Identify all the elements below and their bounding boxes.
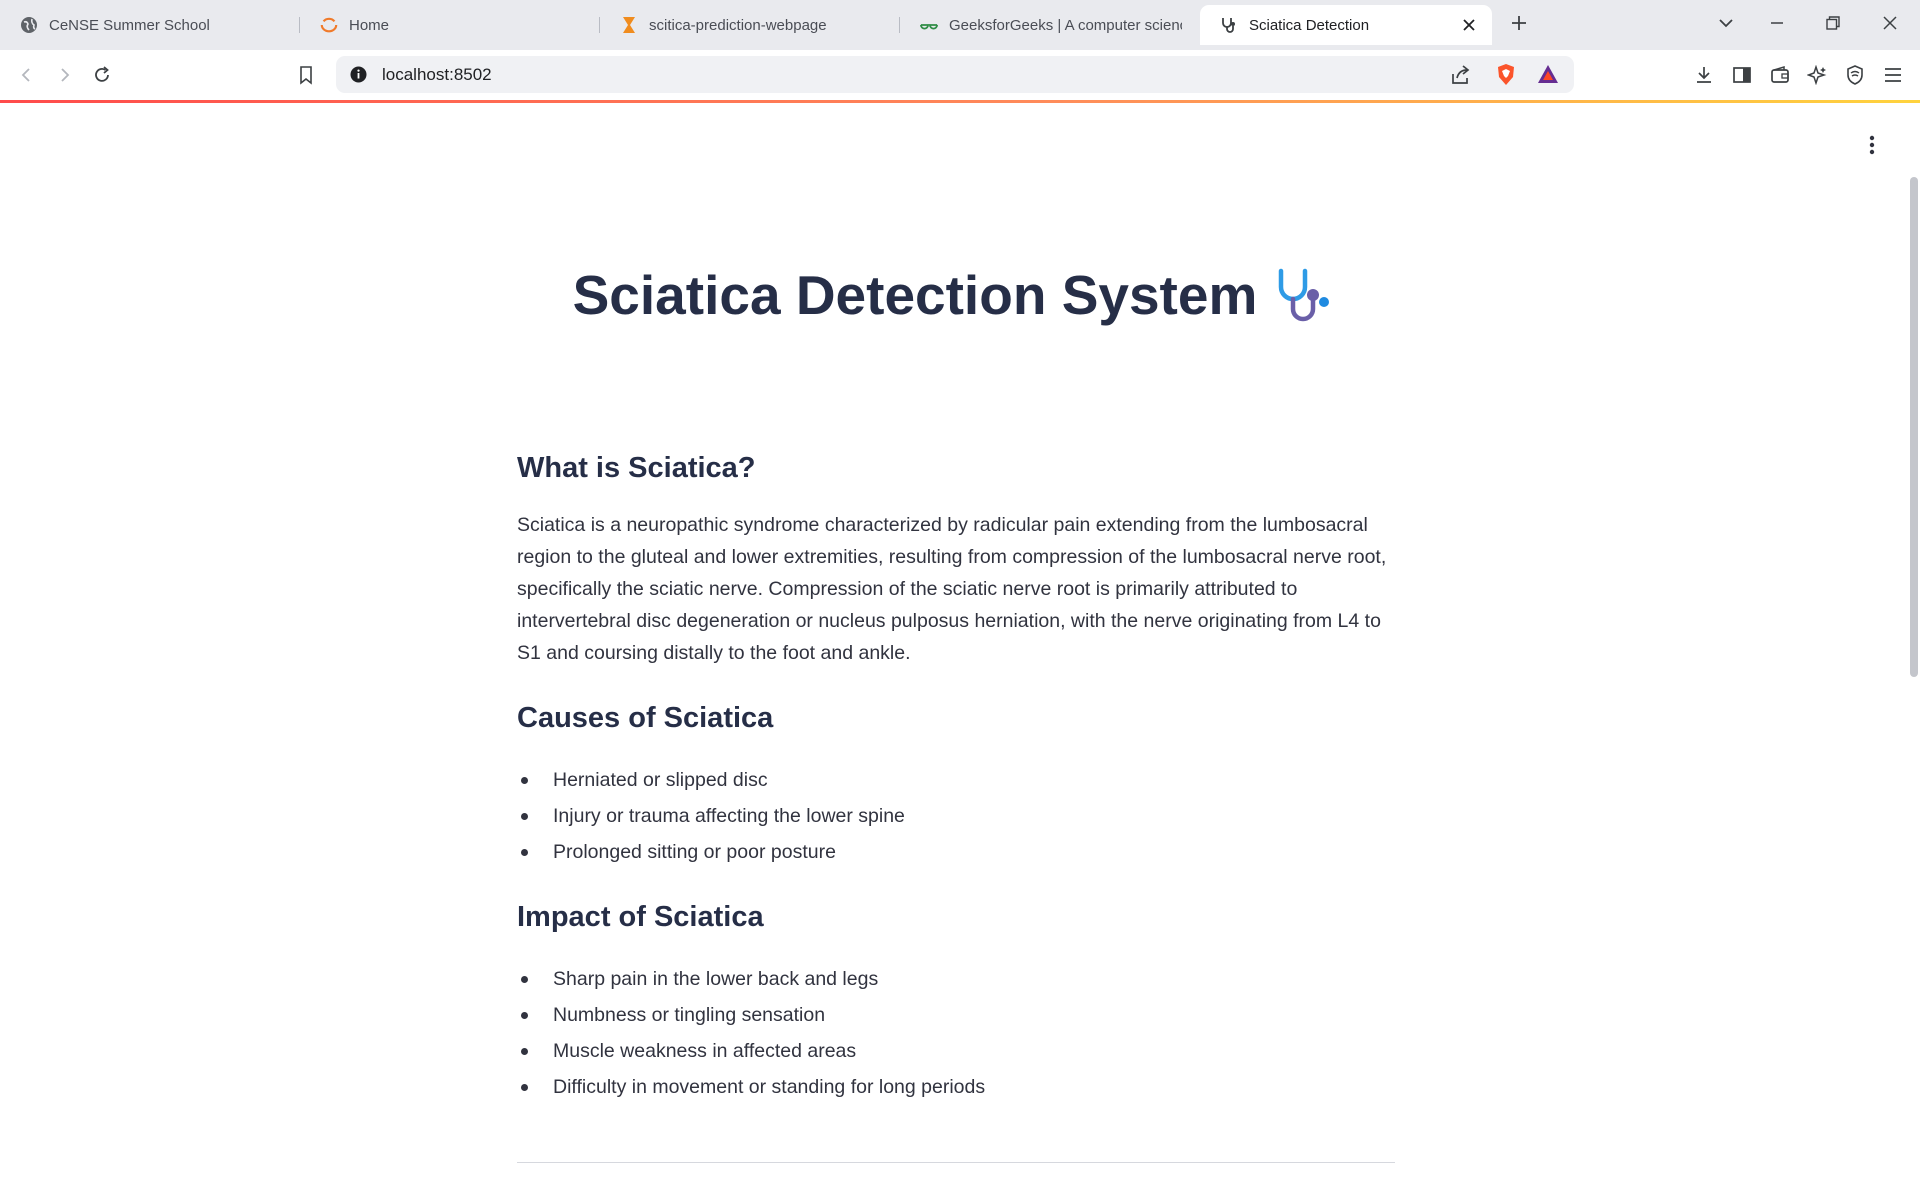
vpn-shield-icon[interactable]: [1843, 63, 1867, 87]
tab-title: scitica-prediction-webpage: [649, 16, 827, 34]
list-item-text: Injury or trauma affecting the lower spi…: [553, 805, 905, 827]
section-heading-impact: Impact of Sciatica: [517, 901, 764, 933]
minimize-icon[interactable]: [1766, 12, 1788, 34]
close-window-icon[interactable]: [1879, 12, 1901, 34]
section-heading-causes: Causes of Sciatica: [517, 702, 774, 734]
reload-icon[interactable]: [90, 63, 114, 87]
sidebar-toggle-icon[interactable]: [1730, 63, 1754, 87]
section-heading-what: What is Sciatica?: [517, 452, 756, 484]
back-arrow-icon[interactable]: [15, 63, 39, 87]
sciatica-description: Sciatica is a neuropathic syndrome chara…: [517, 514, 1387, 664]
tab-search-chevron-icon[interactable]: [1715, 12, 1737, 34]
hourglass-icon: [620, 16, 638, 34]
close-tab-icon[interactable]: [1460, 16, 1478, 34]
forward-arrow-icon[interactable]: [52, 63, 76, 87]
bullet: [521, 1048, 528, 1055]
tab-title: Home: [349, 16, 390, 34]
address-bar[interactable]: localhost:8502: [336, 56, 1574, 93]
bullet: [521, 1084, 528, 1091]
tab-geeksforgeeks[interactable]: GeeksforGeeks | A computer science: [900, 5, 1200, 45]
brave-rewards-icon[interactable]: [1537, 64, 1559, 89]
page-title-text: Sciatica Detection System: [572, 264, 1258, 326]
app-menu-icon[interactable]: [1862, 133, 1882, 157]
brave-shields-icon[interactable]: [1496, 63, 1516, 91]
tab-strip: CeNSE Summer School Home scitica-predict…: [0, 0, 1920, 50]
share-icon[interactable]: [1450, 64, 1472, 91]
download-icon[interactable]: [1692, 63, 1716, 87]
tab-sciatica-detection[interactable]: Sciatica Detection: [1200, 5, 1492, 45]
browser-toolbar: localhost:8502: [0, 50, 1920, 100]
address-url: localhost:8502: [382, 65, 492, 84]
tab-cense[interactable]: CeNSE Summer School: [0, 5, 300, 45]
hamburger-menu-icon[interactable]: [1881, 63, 1905, 87]
list-item: Muscle weakness in affected areas: [517, 1033, 1395, 1069]
tab-title: CeNSE Summer School: [49, 16, 210, 34]
bullet: [521, 849, 528, 856]
list-item-text: Herniated or slipped disc: [553, 769, 768, 791]
new-tab-button[interactable]: [1508, 12, 1530, 34]
list-item: Herniated or slipped disc: [517, 762, 1395, 798]
tab-scitica-prediction[interactable]: scitica-prediction-webpage: [600, 5, 900, 45]
bullet: [521, 777, 528, 784]
list-item: Injury or trauma affecting the lower spi…: [517, 798, 1395, 834]
list-item-text: Sharp pain in the lower back and legs: [553, 968, 879, 990]
wallet-icon[interactable]: [1768, 63, 1792, 87]
tab-home[interactable]: Home: [300, 5, 600, 45]
bookmark-icon[interactable]: [294, 63, 318, 87]
list-item: Sharp pain in the lower back and legs: [517, 961, 1395, 997]
leo-ai-icon[interactable]: [1805, 63, 1829, 87]
bullet: [521, 813, 528, 820]
stethoscope-icon: [1220, 16, 1238, 34]
list-item: Numbness or tingling sensation: [517, 997, 1395, 1033]
list-item: Difficulty in movement or standing for l…: [517, 1069, 1395, 1105]
list-item-text: Difficulty in movement or standing for l…: [553, 1076, 986, 1098]
list-item-text: Numbness or tingling sensation: [553, 1004, 826, 1026]
list-item-text: Prolonged sitting or poor posture: [553, 841, 836, 863]
gfg-logo-icon: [920, 16, 938, 34]
tab-title: Sciatica Detection: [1249, 16, 1370, 34]
list-item: Prolonged sitting or poor posture: [517, 834, 1395, 870]
loading-arc-icon: [320, 16, 338, 34]
section-divider: [517, 1162, 1395, 1163]
tab-title: GeeksforGeeks | A computer science: [949, 16, 1182, 34]
app-page: Sciatica Detection System What is Sciati…: [0, 103, 1920, 1200]
bullet: [521, 1012, 528, 1019]
globe-icon: [20, 16, 38, 34]
page-title: Sciatica Detection System: [400, 263, 1506, 327]
site-info-icon[interactable]: [349, 65, 368, 84]
bullet: [521, 976, 528, 983]
page-scrollbar[interactable]: [1910, 177, 1918, 677]
list-item-text: Muscle weakness in affected areas: [553, 1040, 857, 1062]
restore-icon[interactable]: [1822, 12, 1844, 34]
impact-list: Sharp pain in the lower back and legs Nu…: [517, 961, 1395, 1105]
causes-list: Herniated or slipped disc Injury or trau…: [517, 762, 1395, 870]
stethoscope-icon: [1279, 268, 1330, 322]
